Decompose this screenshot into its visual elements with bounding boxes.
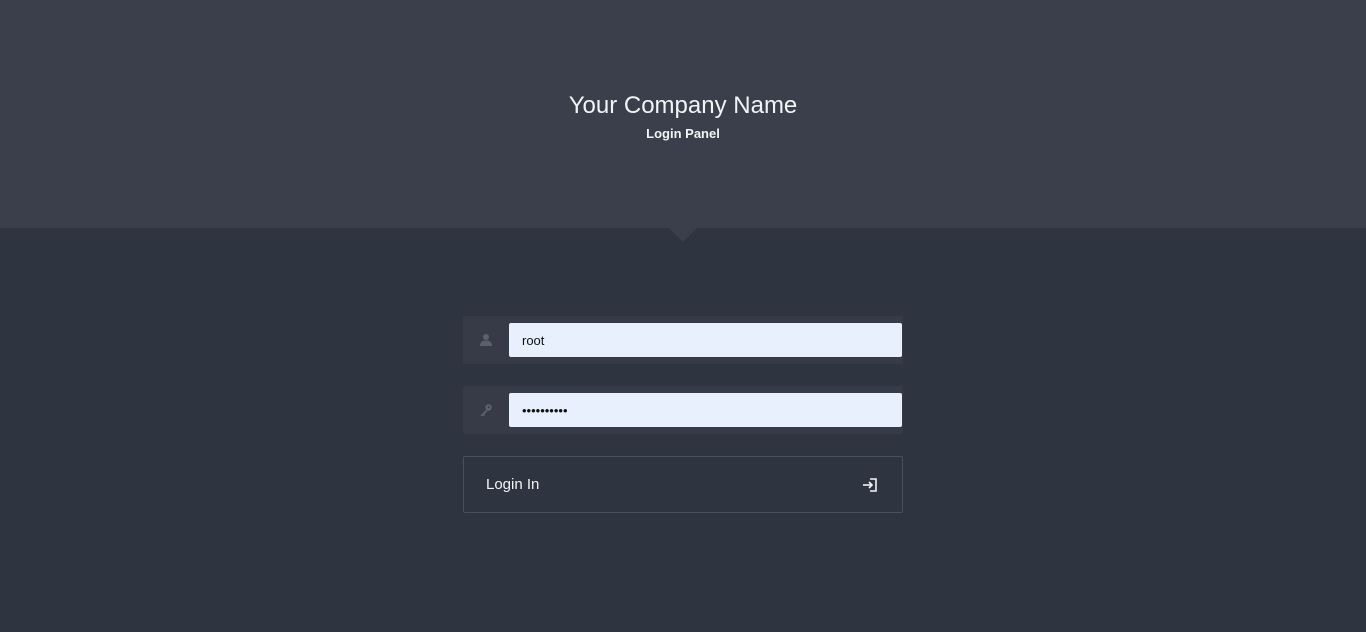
password-field-group [463, 386, 903, 434]
user-icon [463, 316, 509, 364]
panel-subtitle: Login Panel [646, 126, 720, 141]
company-name: Your Company Name [568, 92, 798, 119]
login-button-label: Login In [486, 476, 540, 493]
password-input[interactable] [509, 393, 902, 427]
login-button[interactable]: Login In [463, 456, 903, 513]
header-banner: Your Company Name Login Panel [0, 0, 1366, 228]
key-icon [463, 386, 509, 434]
username-input[interactable] [509, 323, 902, 357]
sign-in-icon [861, 476, 879, 494]
username-field-group [463, 316, 903, 364]
header-pointer [669, 228, 697, 242]
